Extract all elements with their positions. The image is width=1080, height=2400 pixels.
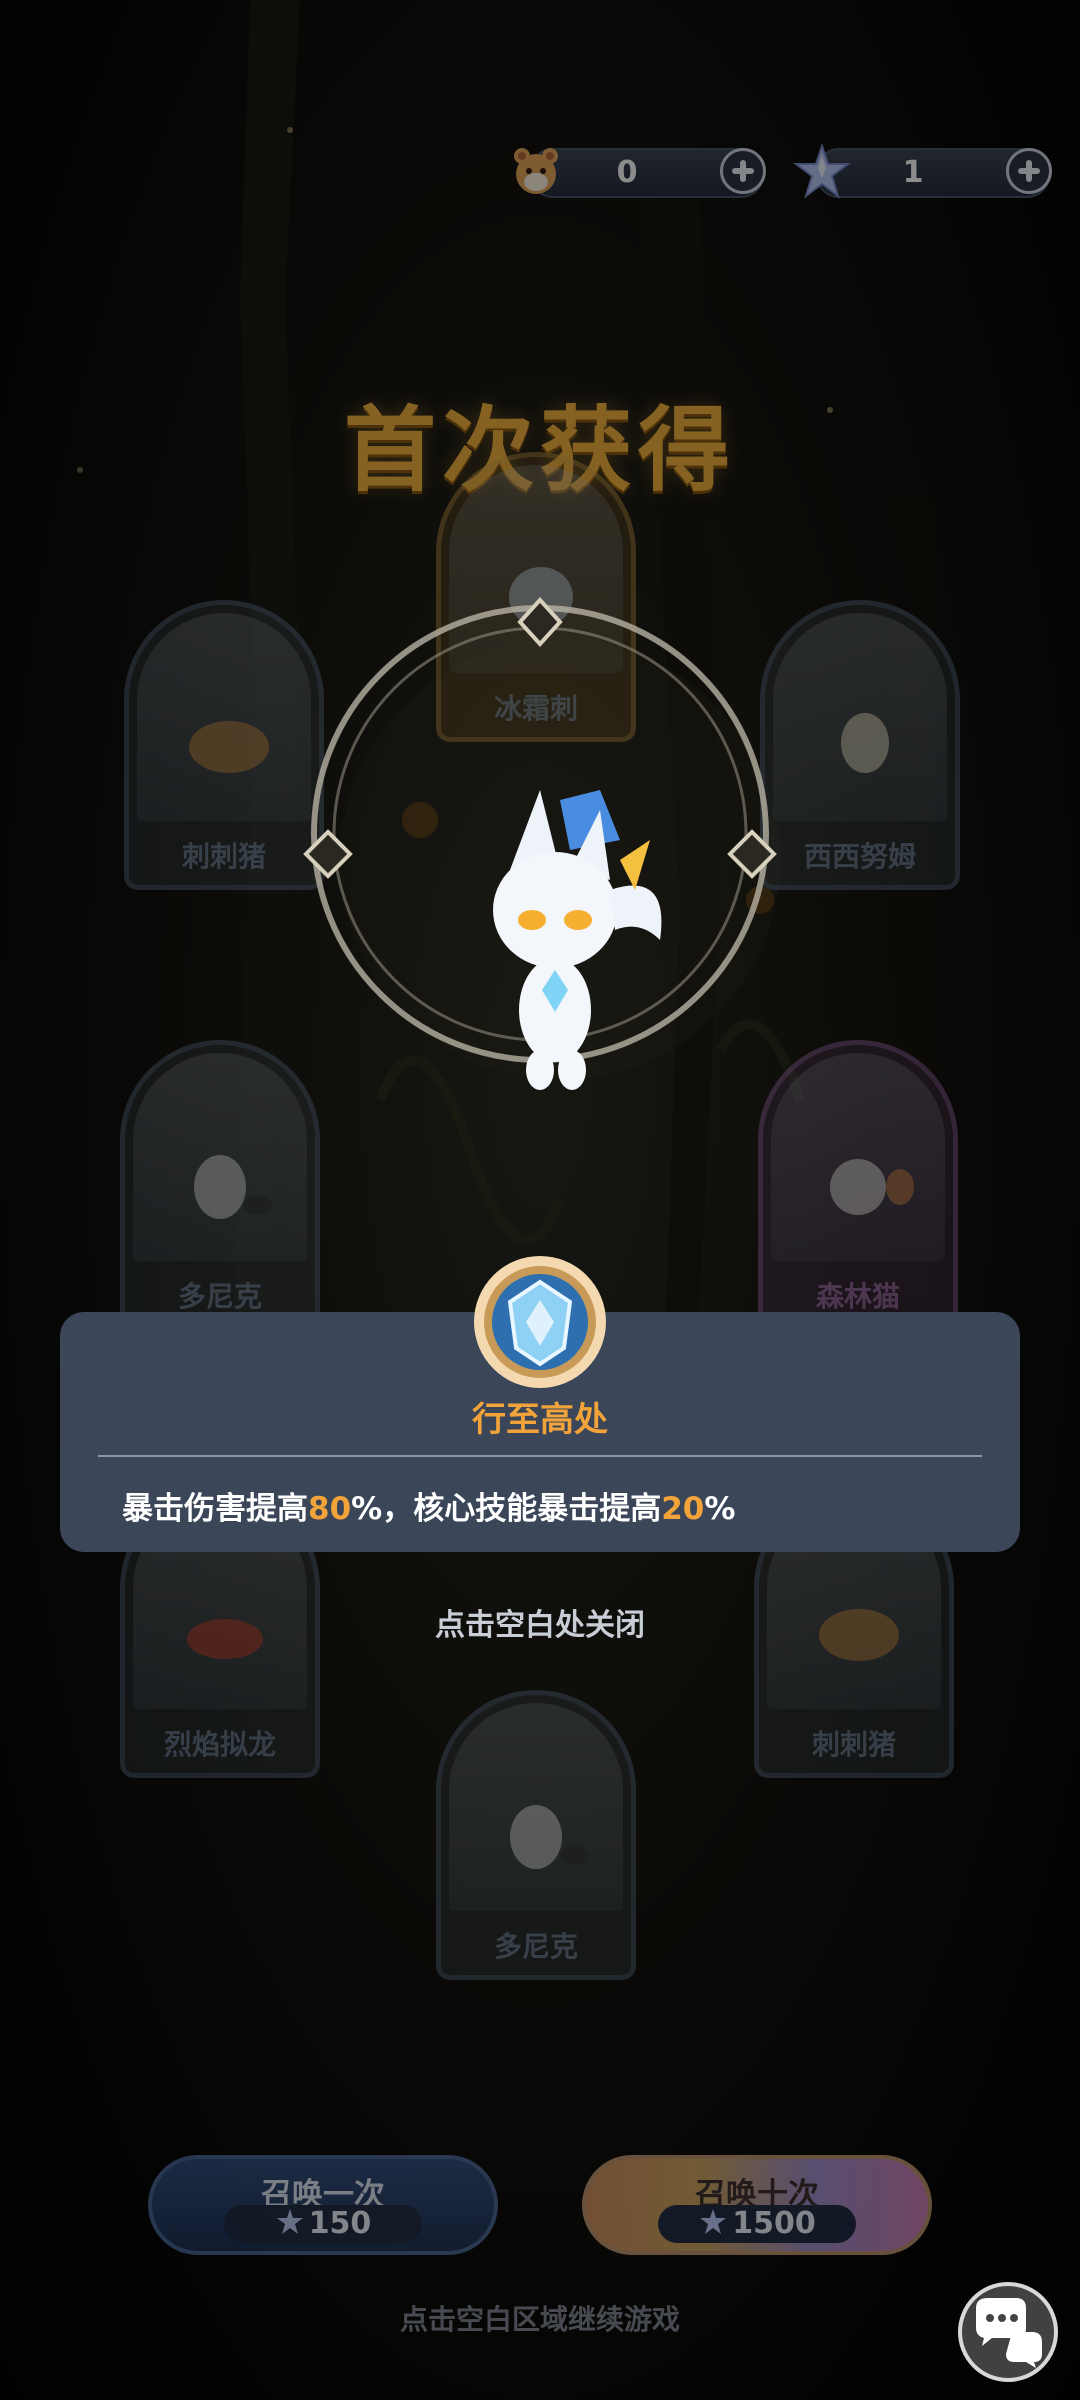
star-currency-bar: 1 xyxy=(793,142,1052,199)
summon-ten-button[interactable]: 召唤十次 1500 xyxy=(582,2155,932,2255)
summon-once-button[interactable]: 召唤一次 150 xyxy=(148,2155,498,2255)
summon-once-cost: 150 xyxy=(224,2205,422,2243)
armor-crest-icon xyxy=(474,1256,606,1388)
continue-hint[interactable]: 点击空白区域继续游戏 xyxy=(0,2298,1080,2338)
chat-bubbles-icon xyxy=(976,2298,1042,2368)
divider xyxy=(98,1455,982,1457)
creature-card: 多尼克 xyxy=(120,1040,320,1330)
crystal-star-icon xyxy=(700,2209,727,2234)
creature-card: 刺刺猪 xyxy=(124,600,324,890)
star-currency-value: 1 xyxy=(902,155,924,190)
pet-currency-value: 0 xyxy=(616,155,638,190)
fox-pet-icon xyxy=(830,1159,914,1215)
core-skill-crit-value: 20 xyxy=(661,1491,705,1527)
close-hint[interactable]: 点击空白处关闭 xyxy=(0,1600,1080,1644)
crystal-star-icon xyxy=(276,2209,303,2234)
skill-description: 暴击伤害提高80%，核心技能暴击提高20% xyxy=(122,1491,736,1527)
chat-button[interactable] xyxy=(958,2282,1058,2382)
skunk-pet-icon xyxy=(510,1805,588,1869)
pet-currency-bar: 0 xyxy=(514,148,766,198)
skunk-pet-icon xyxy=(194,1155,272,1219)
creature-card: 多尼克 xyxy=(436,1690,636,1980)
creature-card: 森林猫 xyxy=(758,1040,958,1330)
spirit-pet-icon xyxy=(841,713,889,773)
skill-name: 行至高处 xyxy=(472,1400,608,1440)
frost-pet-character xyxy=(493,790,662,1090)
hedgehog-pet-icon xyxy=(189,721,269,773)
add-pet-currency-button[interactable] xyxy=(720,148,766,194)
creature-card: 西西努姆 xyxy=(760,600,960,890)
summon-ten-cost: 1500 xyxy=(658,2205,856,2243)
add-star-currency-button[interactable] xyxy=(1006,148,1052,194)
crit-damage-value: 80 xyxy=(308,1491,352,1527)
